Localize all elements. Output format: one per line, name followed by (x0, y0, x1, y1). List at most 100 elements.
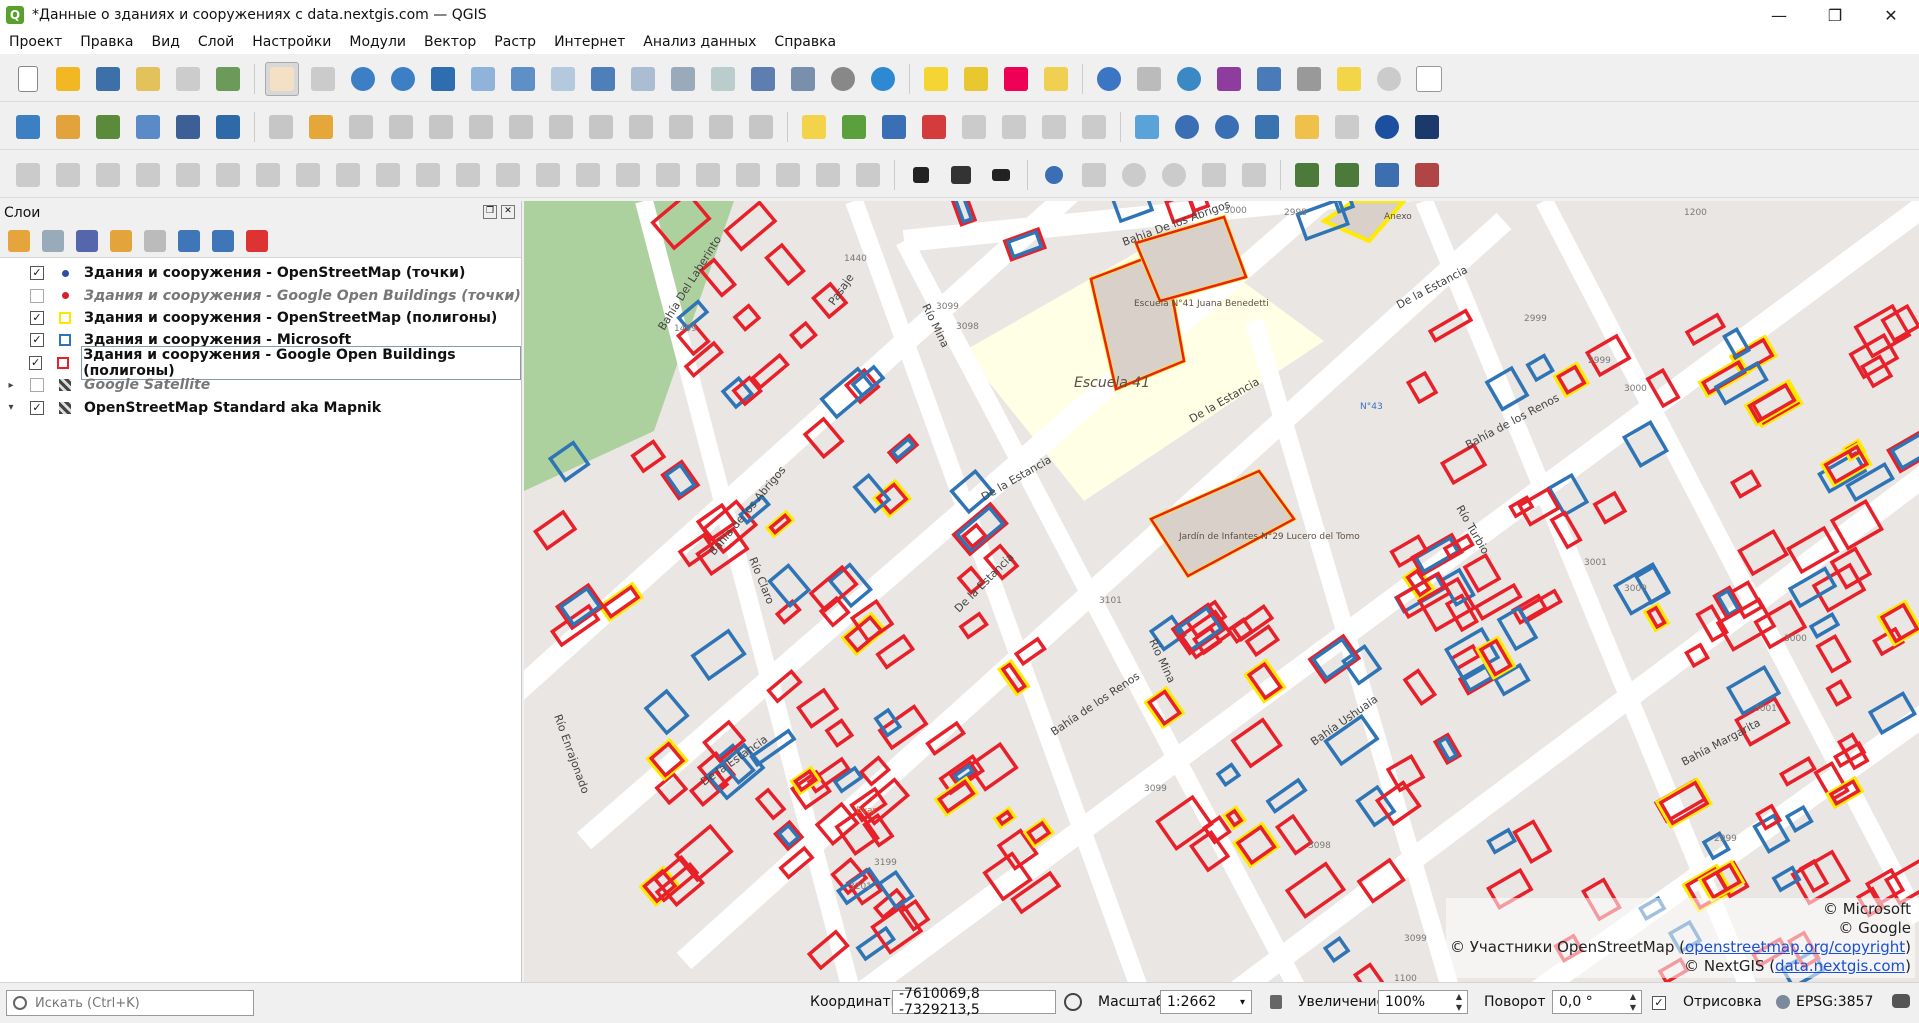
vertex-editor-button[interactable] (212, 111, 244, 143)
paste-button[interactable] (665, 111, 697, 143)
show-bookmarks-button[interactable] (787, 63, 819, 95)
menu-help[interactable]: Справка (765, 34, 845, 50)
messages-icon[interactable] (1892, 994, 1910, 1008)
fill-ring-button[interactable] (252, 159, 284, 191)
open-table-button[interactable] (1253, 63, 1285, 95)
map-svg[interactable]: Bahia De los Abrigos Bahía Del Laberinto… (524, 201, 1919, 982)
map-canvas[interactable]: Bahia De los Abrigos Bahía Del Laberinto… (524, 201, 1919, 982)
menu-edit[interactable]: Правка (71, 34, 142, 50)
toolbox-button[interactable] (1173, 63, 1205, 95)
shape-button[interactable] (852, 159, 884, 191)
python-console-button[interactable] (1251, 111, 1283, 143)
layer-checkbox[interactable]: ✓ (29, 355, 43, 370)
magnifier-field[interactable]: 100% ▲ ▼ (1378, 990, 1468, 1014)
merge-attributes-button[interactable] (572, 159, 604, 191)
locator-search[interactable]: Искать (Ctrl+K) (6, 990, 254, 1016)
undo-button[interactable] (705, 111, 737, 143)
save-as-button[interactable] (132, 63, 164, 95)
layer-osm-points[interactable]: ✓ Здания и сооружения - OpenStreetMap (т… (0, 262, 521, 284)
temporal-controller-button[interactable] (827, 63, 859, 95)
zoom-out-button[interactable] (387, 63, 419, 95)
filter-expression-icon[interactable] (144, 230, 166, 252)
digitize-vertex-button[interactable] (92, 111, 124, 143)
new-project-button[interactable] (12, 63, 44, 95)
new-geopackage-button[interactable] (52, 111, 84, 143)
refresh-button[interactable] (867, 63, 899, 95)
osm-copyright-link[interactable]: openstreetmap.org/copyright (1685, 938, 1905, 956)
menu-vector[interactable]: Вектор (415, 34, 485, 50)
visibility-eye-icon[interactable] (76, 230, 98, 252)
zoom-last-button[interactable] (587, 63, 619, 95)
layer-checkbox[interactable] (30, 378, 44, 393)
filter-icon[interactable] (110, 230, 132, 252)
simplify-button[interactable] (132, 159, 164, 191)
coordinate-field[interactable]: -7610069,8 -7329213,5 (892, 986, 1056, 1018)
reshape-button[interactable] (372, 159, 404, 191)
data-source-manager-button[interactable] (12, 111, 44, 143)
add-polygon-button[interactable] (425, 111, 457, 143)
deselect-button[interactable] (1000, 63, 1032, 95)
rotation-field[interactable]: 0,0 ° ▲ ▼ (1552, 990, 1642, 1014)
move-feature-button[interactable] (52, 159, 84, 191)
delete-part-button[interactable] (332, 159, 364, 191)
cut-button[interactable] (585, 111, 617, 143)
merge-features-button[interactable] (532, 159, 564, 191)
gear-settings-button[interactable] (1373, 63, 1405, 95)
vertex-tool-button[interactable] (465, 111, 497, 143)
swap-button[interactable] (985, 159, 1017, 191)
measure-button[interactable] (1293, 63, 1325, 95)
crs-label[interactable]: EPSG:3857 (1796, 994, 1873, 1010)
menu-raster[interactable]: Растр (485, 34, 545, 50)
style-panel-icon[interactable] (8, 230, 30, 252)
offset-symbols-button[interactable] (652, 159, 684, 191)
rotate-label-button[interactable] (1038, 111, 1070, 143)
layer-osm-mapnik[interactable]: ▾ ✓ OpenStreetMap Standard aka Mapnik (0, 396, 521, 418)
remove-layer-icon[interactable] (246, 230, 268, 252)
advanced-digitizing-button[interactable] (12, 159, 44, 191)
layer-labeling-button[interactable] (798, 111, 830, 143)
move-label-button[interactable] (998, 111, 1030, 143)
layer-osm-polygons[interactable]: ✓ Здания и сооружения - OpenStreetMap (п… (0, 307, 521, 329)
select-by-value-button[interactable] (960, 63, 992, 95)
pan-map-button[interactable] (265, 61, 299, 96)
close-x-button[interactable] (1411, 111, 1443, 143)
trim-extend-button[interactable] (692, 159, 724, 191)
polygon-tool-button[interactable] (1238, 159, 1270, 191)
spin-buttons[interactable]: ▲ ▼ (1626, 991, 1640, 1015)
georef-button[interactable] (1078, 159, 1110, 191)
reverse-line-button[interactable] (732, 159, 764, 191)
redo-button[interactable] (745, 111, 777, 143)
style-manager-button[interactable] (212, 63, 244, 95)
rectangle-tool-button[interactable] (1198, 159, 1230, 191)
save-project-button[interactable] (92, 63, 124, 95)
copy-button[interactable] (625, 111, 657, 143)
rotate-symbols-button[interactable] (612, 159, 644, 191)
zoom-selection-button[interactable] (467, 63, 499, 95)
zoom-layer-button[interactable] (507, 63, 539, 95)
attribute-table-button[interactable] (1133, 63, 1165, 95)
layer-google-points[interactable]: Здания и сооружения - Google Open Buildi… (0, 284, 521, 306)
layer-checkbox[interactable]: ✓ (30, 310, 44, 325)
offset-curve-button[interactable] (412, 159, 444, 191)
split-parts-button[interactable] (492, 159, 524, 191)
snap-lock-4-button[interactable] (1411, 159, 1443, 191)
expand-arrow-icon[interactable]: ▸ (4, 380, 18, 391)
bookmark-button[interactable] (747, 63, 779, 95)
menu-layer[interactable]: Слой (189, 34, 243, 50)
ellipse-tool-button[interactable] (1158, 159, 1190, 191)
layer-checkbox[interactable] (30, 288, 44, 303)
zoom-full-button[interactable] (427, 63, 459, 95)
open-project-button[interactable] (52, 63, 84, 95)
maximize-button[interactable]: ❐ (1807, 0, 1863, 30)
query-button[interactable] (1038, 159, 1070, 191)
show-hide-labels-button[interactable] (958, 111, 990, 143)
toggle-editing-button[interactable] (305, 111, 337, 143)
modify-attributes-button[interactable] (505, 111, 537, 143)
snap-lock-button[interactable] (1291, 159, 1323, 191)
rotate-feature-button[interactable] (92, 159, 124, 191)
new-map-view-button[interactable] (667, 63, 699, 95)
add-feature-button[interactable] (385, 111, 417, 143)
zoom-in-button[interactable] (347, 63, 379, 95)
help-button[interactable] (1413, 63, 1445, 95)
delete-ring-button[interactable] (292, 159, 324, 191)
